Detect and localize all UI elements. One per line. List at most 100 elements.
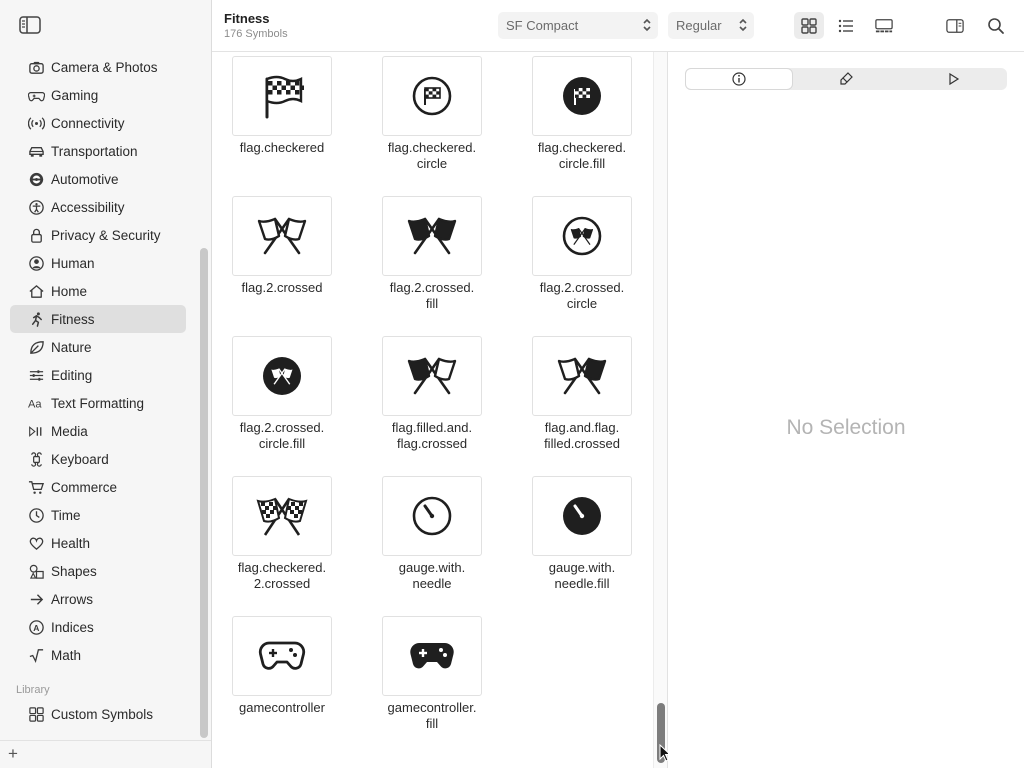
inspector-segmented-control <box>685 68 1007 90</box>
symbol-cell[interactable]: flag.and.flag. filled.crossed <box>512 332 656 472</box>
symbol-cell[interactable]: gamecontroller <box>212 612 362 752</box>
sidebar-item-indices[interactable]: A Indices <box>10 613 186 641</box>
symbol-cell[interactable]: flag.filled.and. flag.crossed <box>362 332 512 472</box>
symbol-name-line: needle <box>412 576 452 591</box>
sidebar-item-gaming[interactable]: Gaming <box>10 81 186 109</box>
sidebar-item-arrows[interactable]: Arrows <box>10 585 186 613</box>
figure-run-icon <box>25 309 47 329</box>
animation-tab[interactable] <box>900 69 1006 89</box>
symbol-name-line: gamecontroller. <box>387 700 477 715</box>
symbol-cell[interactable]: flag.checkered. circle <box>362 52 512 192</box>
weight-popup-label: Regular <box>676 18 722 33</box>
paintbrush-icon <box>840 72 853 85</box>
symbol-name-line: flag.2.crossed <box>241 280 323 295</box>
gamecontroller-icon <box>25 85 47 105</box>
sidebar-item-connectivity[interactable]: Connectivity <box>10 109 186 137</box>
sidebar-item-label: Time <box>51 507 81 523</box>
sidebar-item-text-formatting[interactable]: Aa Text Formatting <box>10 389 186 417</box>
search-button[interactable] <box>981 12 1011 39</box>
list-view-button[interactable] <box>831 12 861 39</box>
symbol-name: flag.2.crossed. fill <box>362 280 502 312</box>
flag-checkered-2-crossed-icon <box>232 476 332 556</box>
svg-text:Aa: Aa <box>28 398 42 410</box>
symbol-cell[interactable]: flag.2.crossed <box>212 192 362 332</box>
sidebar-item-label: Custom Symbols <box>51 706 154 722</box>
grid-scroll-track <box>653 52 668 768</box>
steering-wheel-icon <box>25 169 47 189</box>
sidebar-item-label: Nature <box>51 339 92 355</box>
rendering-tab[interactable] <box>793 69 899 89</box>
sidebar-toggle-icon[interactable] <box>19 16 41 34</box>
flag-2-crossed-icon <box>232 196 332 276</box>
symbol-cell[interactable]: flag.2.crossed. circle <box>512 192 656 332</box>
sidebar-item-label: Fitness <box>51 311 95 327</box>
symbol-name: flag.2.crossed. circle.fill <box>212 420 352 452</box>
symbol-name-line: filled.crossed <box>544 436 620 451</box>
symbol-name-line: flag.crossed <box>396 436 468 451</box>
sidebar-item-privacy-security[interactable]: Privacy & Security <box>10 221 186 249</box>
symbol-cell[interactable]: flag.checkered. circle.fill <box>512 52 656 192</box>
play-icon <box>949 72 960 86</box>
grid-view-button[interactable] <box>794 12 824 39</box>
sidebar-item-label: Privacy & Security <box>51 227 161 243</box>
font-popup[interactable]: SF Compact <box>498 12 658 39</box>
sidebar-item-label: Shapes <box>51 563 97 579</box>
sidebar-item-automotive[interactable]: Automotive <box>10 165 186 193</box>
library-heading: Library <box>16 684 50 696</box>
leaf-icon <box>25 337 47 357</box>
symbol-grid: flag.checkered flag.checkered. circle flag.… <box>212 52 656 768</box>
sidebar-item-media[interactable]: Media <box>10 417 186 445</box>
gallery-view-button[interactable] <box>869 12 899 39</box>
sidebar-item-time[interactable]: Time <box>10 501 186 529</box>
cart-icon <box>25 477 47 497</box>
sidebar-item-label: Commerce <box>51 479 118 495</box>
accessibility-icon <box>25 197 47 217</box>
symbol-cell[interactable]: flag.2.crossed. circle.fill <box>212 332 362 472</box>
sidebar-item-health[interactable]: Health <box>10 529 186 557</box>
symbol-name-line: flag.checkered. <box>387 140 477 155</box>
sidebar-item-editing[interactable]: Editing <box>10 361 186 389</box>
sidebar-item-label: Gaming <box>51 87 99 103</box>
sidebar: Camera & Photos Gaming Connectivity Transpo… <box>0 0 212 768</box>
sidebar-item-label: Editing <box>51 367 93 383</box>
symbol-name-line: gauge.with. <box>548 560 616 575</box>
symbol-cell[interactable]: gauge.with. needle <box>362 472 512 612</box>
symbol-cell[interactable]: gauge.with. needle.fill <box>512 472 656 612</box>
symbol-cell[interactable]: flag.2.crossed. fill <box>362 192 512 332</box>
sidebar-item-custom-symbols[interactable]: Custom Symbols <box>10 700 186 728</box>
sidebar-scrollbar[interactable] <box>200 248 208 738</box>
symbol-name-line: flag.checkered. <box>537 140 627 155</box>
sidebar-item-home[interactable]: Home <box>10 277 186 305</box>
textformat-icon: Aa <box>25 393 47 413</box>
sidebar-item-accessibility[interactable]: Accessibility <box>10 193 186 221</box>
add-collection-button[interactable]: + <box>8 744 18 764</box>
sidebar-item-transportation[interactable]: Transportation <box>10 137 186 165</box>
weight-popup[interactable]: Regular <box>668 12 754 39</box>
flag-checkered-circle-fill-icon <box>532 56 632 136</box>
info-icon <box>732 72 746 86</box>
sidebar-item-fitness[interactable]: Fitness <box>10 305 186 333</box>
symbol-name-line: fill <box>425 716 439 731</box>
symbol-cell[interactable]: flag.checkered <box>212 52 362 192</box>
symbol-name: flag.and.flag. filled.crossed <box>512 420 652 452</box>
search-icon <box>988 17 1004 34</box>
gallery-icon <box>875 18 893 32</box>
inspector-toggle-button[interactable] <box>940 12 970 39</box>
sidebar-item-human[interactable]: Human <box>10 249 186 277</box>
symbol-cell[interactable]: gamecontroller. fill <box>362 612 512 752</box>
sidebar-item-shapes[interactable]: Shapes <box>10 557 186 585</box>
symbol-name: flag.checkered. circle.fill <box>512 140 652 172</box>
info-tab[interactable] <box>686 69 792 89</box>
flag-2-crossed-circle-fill-icon <box>232 336 332 416</box>
sidebar-item-camera-photos[interactable]: Camera & Photos <box>10 53 186 81</box>
symbol-name: flag.checkered. 2.crossed <box>212 560 352 592</box>
updown-chevron-icon <box>739 18 747 32</box>
sidebar-item-math[interactable]: Math <box>10 641 186 669</box>
gamecontroller-icon <box>232 616 332 696</box>
sidebar-item-nature[interactable]: Nature <box>10 333 186 361</box>
symbol-cell[interactable]: flag.checkered. 2.crossed <box>212 472 362 612</box>
gauge-with-needle-icon <box>382 476 482 556</box>
sidebar-item-commerce[interactable]: Commerce <box>10 473 186 501</box>
sidebar-item-label: Keyboard <box>51 451 109 467</box>
sidebar-item-keyboard[interactable]: Keyboard <box>10 445 186 473</box>
